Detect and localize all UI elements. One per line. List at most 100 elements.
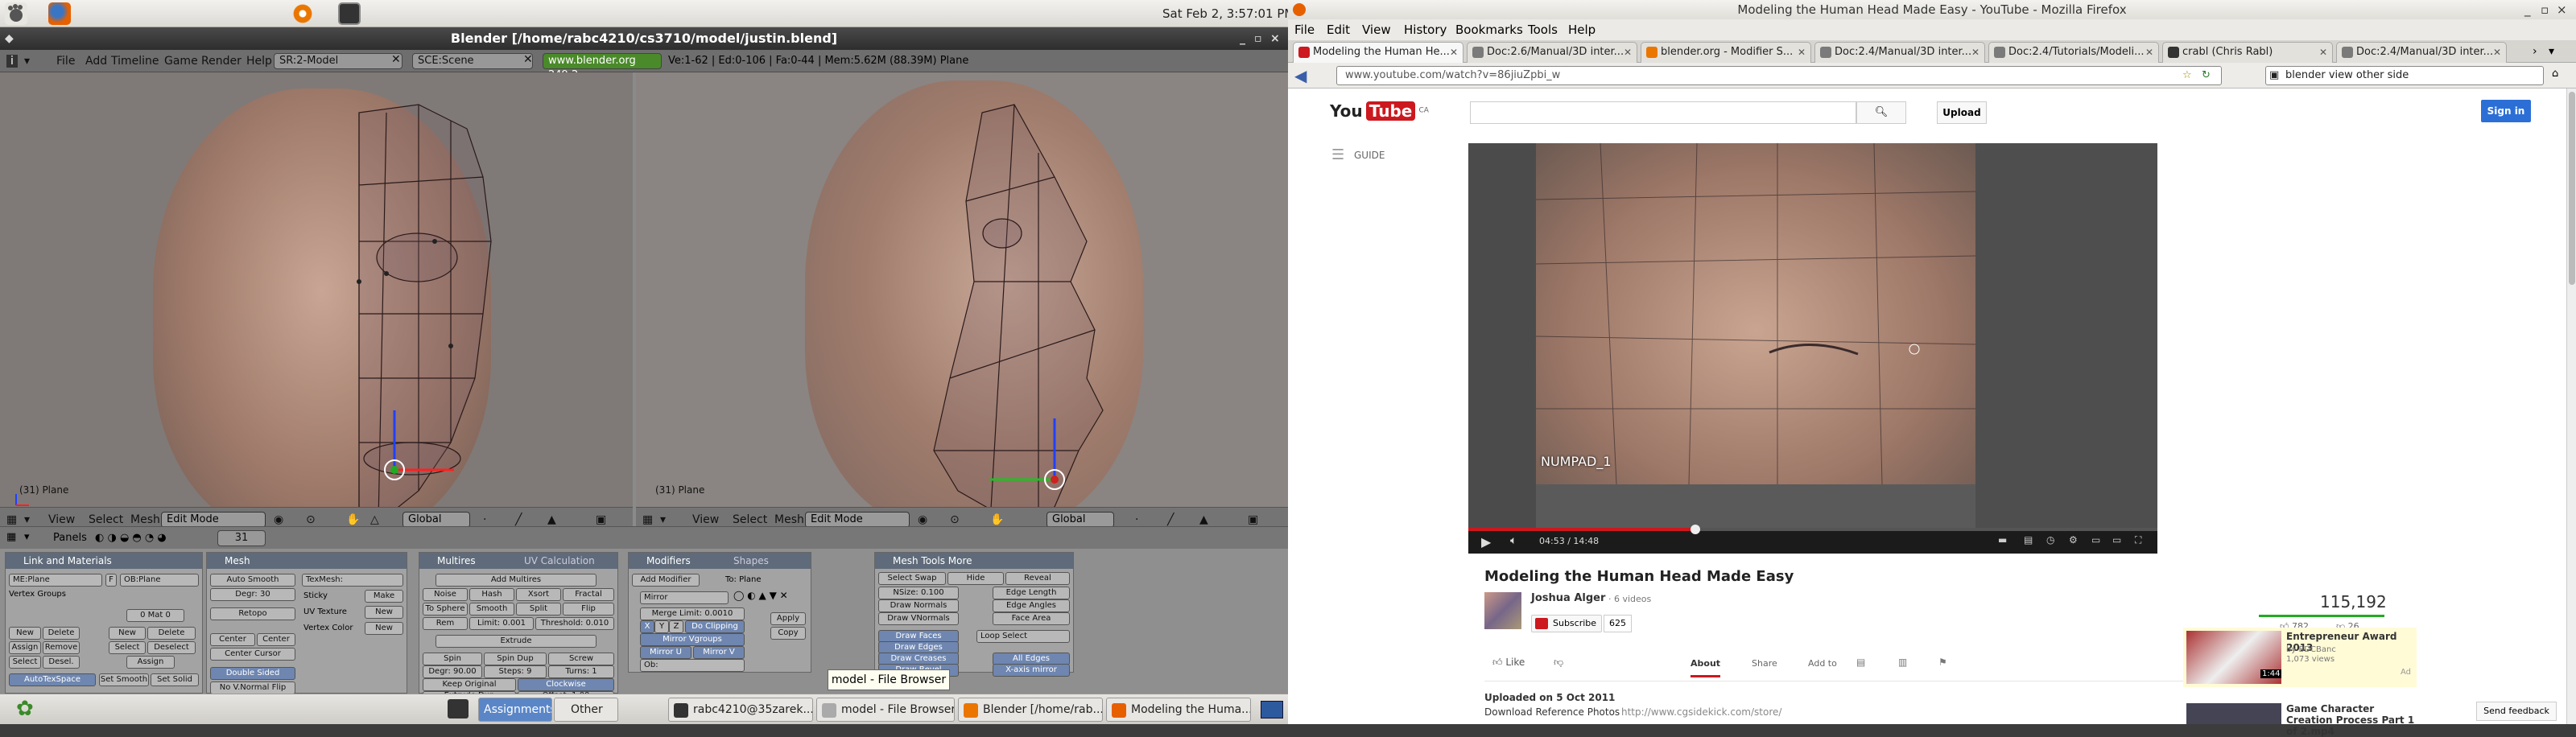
panel-title[interactable]: Link and Materials [6, 553, 202, 569]
close-icon[interactable]: × [2557, 0, 2567, 19]
minimize-icon[interactable]: _ [2524, 0, 2531, 19]
center-cursor-button[interactable]: Center Cursor [210, 648, 295, 661]
select-swap-button[interactable]: Select Swap [878, 572, 946, 585]
vgroup-deselect-button[interactable]: Desel. [43, 656, 80, 669]
add-multires-button[interactable]: Add Multires [436, 574, 597, 587]
select-edge-icon[interactable]: ╱ [515, 513, 522, 526]
menu-file[interactable]: File [56, 55, 75, 68]
noise-button[interactable]: Noise [423, 588, 468, 601]
clock[interactable]: Sat Feb 2, 3:57:01 PM [1162, 6, 1294, 21]
menu-file[interactable]: File [1294, 23, 1315, 37]
vgroup-delete-button[interactable]: Delete [43, 627, 80, 640]
apply-modifier-button[interactable]: Apply [770, 612, 806, 625]
pivot-icon[interactable]: ⊙ [950, 513, 960, 526]
upload-button[interactable]: Upload [1937, 101, 1987, 124]
draw-normals-toggle[interactable]: Draw Normals [878, 599, 959, 612]
render-icon[interactable]: ▣ [596, 513, 606, 526]
smooth-button[interactable]: Smooth [469, 603, 514, 616]
description-link[interactable]: http://www.cgsidekick.com/store/ [1621, 706, 1781, 718]
vgroup-new-button[interactable]: New [9, 627, 41, 640]
volume-icon[interactable]: 🔈︎ [1510, 534, 1517, 547]
like-button[interactable]: 👍︎ Like [1492, 657, 1525, 669]
menu-help[interactable]: Help [1568, 23, 1596, 37]
close-tab-icon[interactable]: ✕ [1971, 43, 1979, 62]
minimize-icon[interactable]: _ [1240, 27, 1245, 50]
gnome-foot-icon[interactable] [5, 2, 27, 25]
texmesh-field[interactable]: TexMesh: [302, 574, 403, 587]
menu-history[interactable]: History [1404, 23, 1447, 37]
guide-label[interactable]: GUIDE [1354, 150, 1385, 161]
tab-crabl[interactable]: crabl (Chris Rabl) ✕ [2162, 42, 2333, 63]
tab-doc-24-tutorials[interactable]: Doc:2.4/Tutorials/Modeli... ✕ [1988, 42, 2159, 63]
captions-icon[interactable]: ▬ [1998, 534, 2007, 546]
frame-number[interactable]: 31 [217, 530, 266, 546]
close-icon[interactable]: × [1270, 27, 1280, 50]
info-icon[interactable]: i [6, 55, 18, 68]
spin-button[interactable]: Spin [423, 653, 482, 665]
close-tab-icon[interactable]: ✕ [1624, 43, 1632, 62]
fractal-button[interactable]: Fractal [563, 588, 614, 601]
delete-scene-icon[interactable]: ✕ [523, 53, 533, 66]
clockwise-toggle[interactable]: Clockwise [518, 678, 614, 691]
reveal-button[interactable]: Reveal [1005, 572, 1070, 585]
dislike-button[interactable]: 👎︎ [1554, 657, 1563, 669]
retopo-toggle[interactable]: Retopo [210, 607, 295, 620]
tab-scroll-icon[interactable]: › [2533, 45, 2537, 58]
rem-double-button[interactable]: Rem Double [423, 617, 468, 630]
web-search-input[interactable]: ▣ blender view other side [2265, 66, 2544, 85]
mirror-modifier-name[interactable]: Mirror [640, 591, 729, 604]
material-index-field[interactable]: 0 Mat 0 [126, 609, 184, 622]
loop-select-menu[interactable]: Loop Select [976, 630, 1070, 643]
maximize-icon[interactable]: ▫ [2541, 0, 2549, 19]
youtube-search-button[interactable]: 🔍︎ [1856, 101, 1906, 124]
settings-gear-icon[interactable]: ⚙ [2069, 534, 2078, 546]
manipulator-icon[interactable]: △ [370, 513, 379, 526]
scene-selector[interactable]: SCE:Scene [412, 53, 533, 69]
large-player-icon[interactable]: ▭ [2112, 534, 2121, 546]
menu-edit[interactable]: Edit [1327, 23, 1350, 37]
keep-original-toggle[interactable]: Keep Original [423, 678, 516, 691]
gnome-menu-icon[interactable]: ✿ [16, 698, 34, 720]
select-menu[interactable]: Select [89, 513, 123, 526]
spin-dup-button[interactable]: Spin Dup [484, 653, 547, 665]
mesh-menu[interactable]: Mesh [130, 513, 160, 526]
orientation-selector[interactable]: Global [1046, 512, 1114, 528]
close-tab-icon[interactable]: ✕ [2145, 43, 2153, 62]
material-new-button[interactable]: New [109, 627, 146, 640]
task-file-browser[interactable]: model - File Browser [816, 698, 955, 722]
fullscreen-icon[interactable]: ⛶ [2135, 534, 2141, 546]
select-edge-icon[interactable]: ╱ [1167, 513, 1174, 526]
limit-field[interactable]: Limit: 0.001 [469, 617, 534, 630]
video-title[interactable]: Game Character Creation Process Part 1 o… [2286, 703, 2415, 737]
panel-title[interactable]: Modifiers Shapes [629, 553, 811, 569]
menu-game[interactable]: Game [164, 55, 198, 68]
close-tab-icon[interactable]: ✕ [2319, 43, 2327, 62]
mode-selector[interactable]: Edit Mode [161, 512, 266, 528]
terminal-icon[interactable] [338, 2, 361, 25]
scrollbar-thumb[interactable] [2569, 92, 2575, 285]
subscribe-button[interactable]: Subscribe [1531, 615, 1603, 632]
youtube-logo[interactable]: You Tube CA [1330, 101, 1429, 124]
buttons-type-icon[interactable]: ▦ [6, 531, 16, 543]
view-type-icon[interactable]: ▦ [6, 513, 17, 526]
menu-help[interactable]: Help [246, 55, 272, 68]
set-smooth-button[interactable]: Set Smooth [99, 673, 149, 686]
window-menu-icon[interactable]: ◆ [5, 27, 14, 50]
tab-youtube[interactable]: Modeling the Human He... ✕ [1293, 42, 1463, 63]
modifier-controls-icons[interactable]: ◯ ◐ ▲ ▼ ✕ [733, 590, 788, 601]
transcript-icon[interactable]: ▤ [1856, 657, 1865, 668]
view-menu[interactable]: View [692, 513, 719, 526]
axis-z-toggle[interactable]: Z [669, 620, 683, 633]
view-menu[interactable]: View [48, 513, 75, 526]
report-flag-icon[interactable]: ⚑ [1938, 657, 1947, 668]
tab-add-to[interactable]: Add to [1808, 658, 1837, 669]
modifiers-tab[interactable]: Modifiers [646, 555, 691, 566]
play-icon[interactable]: ▶ [1481, 534, 1491, 550]
do-clipping-toggle[interactable]: Do Clipping [685, 620, 745, 633]
youtube-search-input[interactable] [1470, 101, 1856, 124]
sidebar-video[interactable]: Game Character Creation Process Part 1 o… [2183, 700, 2417, 737]
video-player[interactable]: NUMPAD_1 ▶ 🔈︎ 04:53 / 14:48 ▬ ▤ ◷ ⚙ ▭ ▭ … [1468, 142, 2157, 554]
task-firefox[interactable]: Modeling the Huma... [1106, 698, 1251, 722]
panel-title[interactable]: Multires UV Calculation [419, 553, 617, 569]
workspace-other[interactable]: Other [554, 698, 618, 722]
